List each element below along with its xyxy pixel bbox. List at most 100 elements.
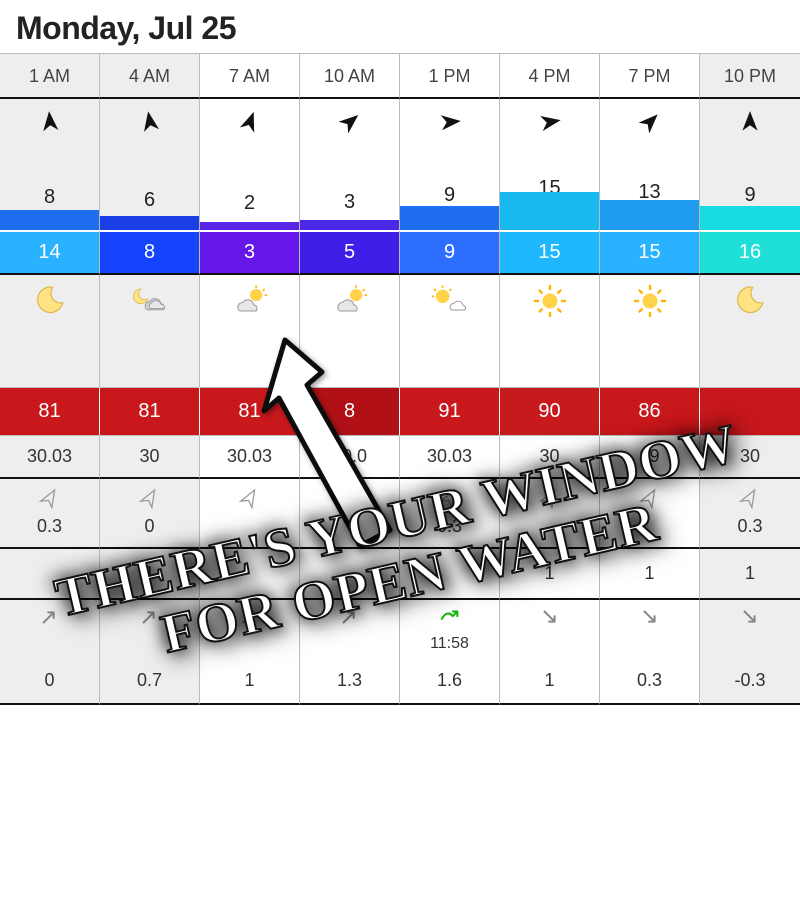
pressure-cell: 30.03: [200, 435, 300, 479]
weather-icon-cell: [500, 275, 600, 333]
wind-gust-cell: 15: [500, 230, 600, 275]
wind-gust-cell: 16: [700, 230, 800, 275]
wind-speed-cell: 13: [600, 144, 700, 230]
temperature-cell: 81: [0, 387, 100, 435]
wave-height-cell: 0.3: [400, 514, 500, 549]
wave-period-cell: 1: [600, 549, 700, 600]
tide-height-cell: -0.3: [700, 660, 800, 705]
wind-direction-cell: [600, 99, 700, 144]
tide-direction-cell: [0, 600, 100, 660]
spacer-cell: [400, 333, 500, 387]
wave-direction-cell: [200, 479, 300, 514]
weather-icon-cell: [300, 275, 400, 333]
wave-height-cell: [600, 514, 700, 549]
pressure-cell: 30: [100, 435, 200, 479]
temperature-cell: 86: [600, 387, 700, 435]
temperature-cell: 90: [500, 387, 600, 435]
time-header: 1 AM: [0, 53, 100, 99]
weather-icon-cell: [100, 275, 200, 333]
tide-high-time: 11:58: [400, 633, 499, 653]
wave-height-cell: 0.3: [700, 514, 800, 549]
weather-icon-cell: [700, 275, 800, 333]
pressure-cell: 30.0: [300, 435, 400, 479]
wave-height-cell: [500, 514, 600, 549]
weather-icon-cell: [0, 275, 100, 333]
wave-period-cell: 1: [100, 549, 200, 600]
tide-direction-cell: [200, 600, 300, 660]
weather-icon-cell: [600, 275, 700, 333]
wind-direction-cell: [100, 99, 200, 144]
temperature-cell: 8: [300, 387, 400, 435]
wave-height-cell: 0.3: [0, 514, 100, 549]
wave-period-cell: [200, 549, 300, 600]
night-cloudy-icon: [128, 304, 172, 321]
wave-period-cell: 1: [500, 549, 600, 600]
wave-direction-cell: [0, 479, 100, 514]
wave-height-cell: 0: [100, 514, 200, 549]
moon-icon: [733, 304, 767, 321]
spacer-cell: [0, 333, 100, 387]
wind-direction-cell: [400, 99, 500, 144]
wind-direction-cell: [500, 99, 600, 144]
tide-height-cell: 0.7: [100, 660, 200, 705]
moon-icon: [33, 304, 67, 321]
pressure-cell: 30: [700, 435, 800, 479]
tide-height-cell: 0: [0, 660, 100, 705]
tide-height-cell: 0.3: [600, 660, 700, 705]
forecast-grid: 1 AM4 AM7 AM10 AM1 PM4 PM7 PM10 PM 8 6 2…: [0, 53, 800, 705]
pressure-cell: 30.03: [0, 435, 100, 479]
sunny-icon: [632, 306, 668, 323]
tide-direction-cell: [100, 600, 200, 660]
wind-speed-cell: 2: [200, 144, 300, 230]
tide-height-cell: 1.6: [400, 660, 500, 705]
spacer-cell: [200, 333, 300, 387]
wind-direction-cell: [700, 99, 800, 144]
wave-direction-cell: [100, 479, 200, 514]
wind-gust-cell: 5: [300, 230, 400, 275]
wind-gust-cell: 9: [400, 230, 500, 275]
weather-icon-cell: [200, 275, 300, 333]
pressure-cell: 99: [600, 435, 700, 479]
tide-direction-cell: [700, 600, 800, 660]
wave-direction-cell: [400, 479, 500, 514]
tide-height-cell: 1.3: [300, 660, 400, 705]
wind-speed-cell: 6: [100, 144, 200, 230]
wind-speed-cell: 8: [0, 144, 100, 230]
time-header: 10 PM: [700, 53, 800, 99]
wave-height-cell: [200, 514, 300, 549]
wind-direction-cell: [300, 99, 400, 144]
weather-icon-cell: [400, 275, 500, 333]
time-header: 4 PM: [500, 53, 600, 99]
sunny-cloud-icon: [428, 304, 472, 321]
time-header: 7 AM: [200, 53, 300, 99]
temperature-cell: 81: [100, 387, 200, 435]
pressure-cell: 30: [500, 435, 600, 479]
tide-direction-cell: 11:58: [400, 600, 500, 660]
wave-direction-cell: [500, 479, 600, 514]
tide-direction-cell: [500, 600, 600, 660]
wind-gust-cell: 15: [600, 230, 700, 275]
temperature-cell: 91: [400, 387, 500, 435]
wind-gust-cell: 14: [0, 230, 100, 275]
partly-cloudy-icon: [228, 304, 272, 321]
wave-period-cell: [0, 549, 100, 600]
tide-height-cell: 1: [200, 660, 300, 705]
temperature-cell: [700, 387, 800, 435]
tide-direction-cell: [600, 600, 700, 660]
wind-direction-cell: [0, 99, 100, 144]
wave-direction-cell: [300, 479, 400, 514]
wind-direction-cell: [200, 99, 300, 144]
sunny-icon: [532, 306, 568, 323]
wave-height-cell: [300, 514, 400, 549]
time-header: 10 AM: [300, 53, 400, 99]
tide-direction-cell: [300, 600, 400, 660]
wind-speed-cell: 9: [400, 144, 500, 230]
spacer-cell: [300, 333, 400, 387]
wind-speed-cell: 9: [700, 144, 800, 230]
wind-gust-cell: 8: [100, 230, 200, 275]
time-header: 1 PM: [400, 53, 500, 99]
date-title: Monday, Jul 25: [0, 0, 800, 53]
wave-period-cell: 1: [700, 549, 800, 600]
wind-gust-cell: 3: [200, 230, 300, 275]
wave-period-cell: [300, 549, 400, 600]
